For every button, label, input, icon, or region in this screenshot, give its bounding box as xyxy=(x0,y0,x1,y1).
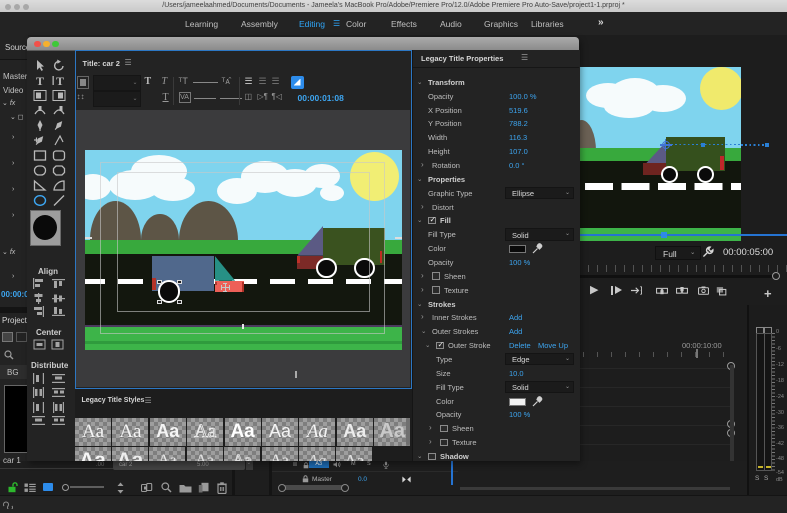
svg-text:T: T xyxy=(36,74,44,87)
svg-text:T: T xyxy=(56,74,64,87)
